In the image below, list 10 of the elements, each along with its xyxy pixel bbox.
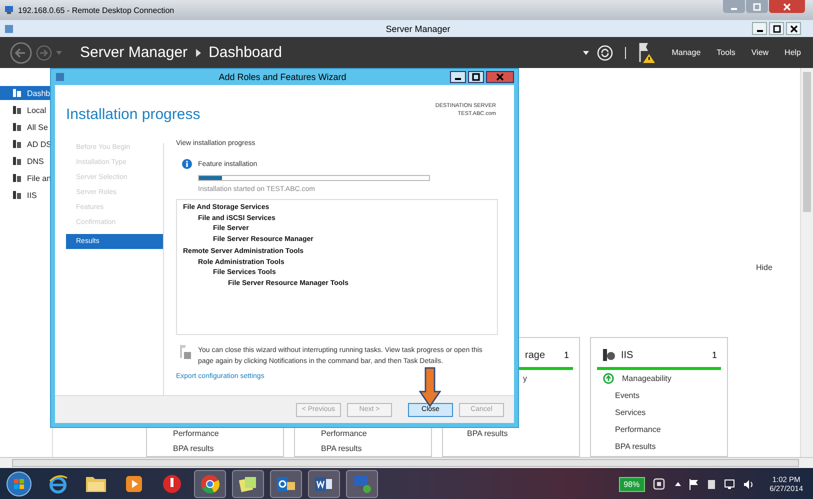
tile-title: rage <box>525 350 546 360</box>
tile-count: 1 <box>712 350 718 360</box>
breadcrumb: Server Manager <box>80 44 188 61</box>
dialog-title: Add Roles and Features Wizard <box>218 72 348 82</box>
window-title: 192.168.0.65 - Remote Desktop Connection <box>18 6 174 14</box>
breadcrumb: Dashboard <box>208 44 282 61</box>
tile-title: IIS <box>621 350 634 360</box>
window-title: Server Manager <box>384 24 452 34</box>
tile-count: 1 <box>564 350 570 360</box>
page-heading: Installation progress <box>66 106 200 123</box>
